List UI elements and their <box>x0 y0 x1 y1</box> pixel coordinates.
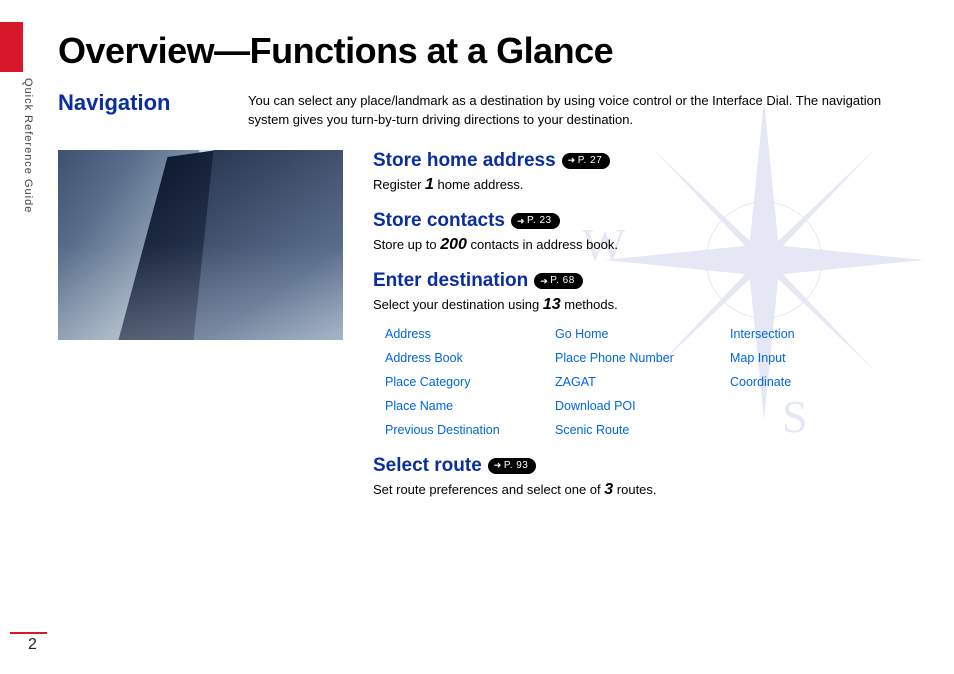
sidebar-section-label: Quick Reference Guide <box>22 78 34 213</box>
page-title: Overview—Functions at a Glance <box>58 30 924 72</box>
store-contacts-heading[interactable]: Store contacts <box>373 210 505 232</box>
method-link[interactable]: Map Input <box>730 351 870 365</box>
select-route-desc: Set route preferences and select one of … <box>373 479 924 501</box>
main-content: Overview—Functions at a Glance Navigatio… <box>58 30 924 515</box>
method-link[interactable]: Scenic Route <box>555 423 730 437</box>
page-number: 2 <box>28 636 37 654</box>
enter-destination-desc: Select your destination using 13 methods… <box>373 294 924 316</box>
section-heading: Navigation <box>58 90 208 116</box>
store-contacts-desc: Store up to 200 contacts in address book… <box>373 234 924 256</box>
section-description: You can select any place/landmark as a d… <box>248 90 924 130</box>
page-number-rule <box>10 632 47 634</box>
select-route-heading[interactable]: Select route <box>373 455 482 477</box>
destination-methods-grid: Address Go Home Intersection Address Boo… <box>373 323 924 437</box>
store-home-heading[interactable]: Store home address <box>373 150 556 172</box>
method-empty <box>730 399 870 413</box>
method-link[interactable]: Place Category <box>385 375 555 389</box>
method-empty <box>730 423 870 437</box>
method-link[interactable]: Coordinate <box>730 375 870 389</box>
enter-destination-heading[interactable]: Enter destination <box>373 270 528 292</box>
accent-tab <box>0 22 23 72</box>
page-ref-badge[interactable]: P. 93 <box>488 458 537 474</box>
illustration-photo <box>58 150 343 340</box>
method-link[interactable]: Address <box>385 327 555 341</box>
method-link[interactable]: Download POI <box>555 399 730 413</box>
method-link[interactable]: Go Home <box>555 327 730 341</box>
page-ref-badge[interactable]: P. 23 <box>511 213 560 229</box>
method-link[interactable]: Previous Destination <box>385 423 555 437</box>
method-link[interactable]: Place Name <box>385 399 555 413</box>
store-home-desc: Register 1 home address. <box>373 174 924 196</box>
method-link[interactable]: ZAGAT <box>555 375 730 389</box>
method-link[interactable]: Place Phone Number <box>555 351 730 365</box>
method-link[interactable]: Intersection <box>730 327 870 341</box>
method-link[interactable]: Address Book <box>385 351 555 365</box>
page-ref-badge[interactable]: P. 27 <box>562 153 611 169</box>
page-ref-badge[interactable]: P. 68 <box>534 273 583 289</box>
